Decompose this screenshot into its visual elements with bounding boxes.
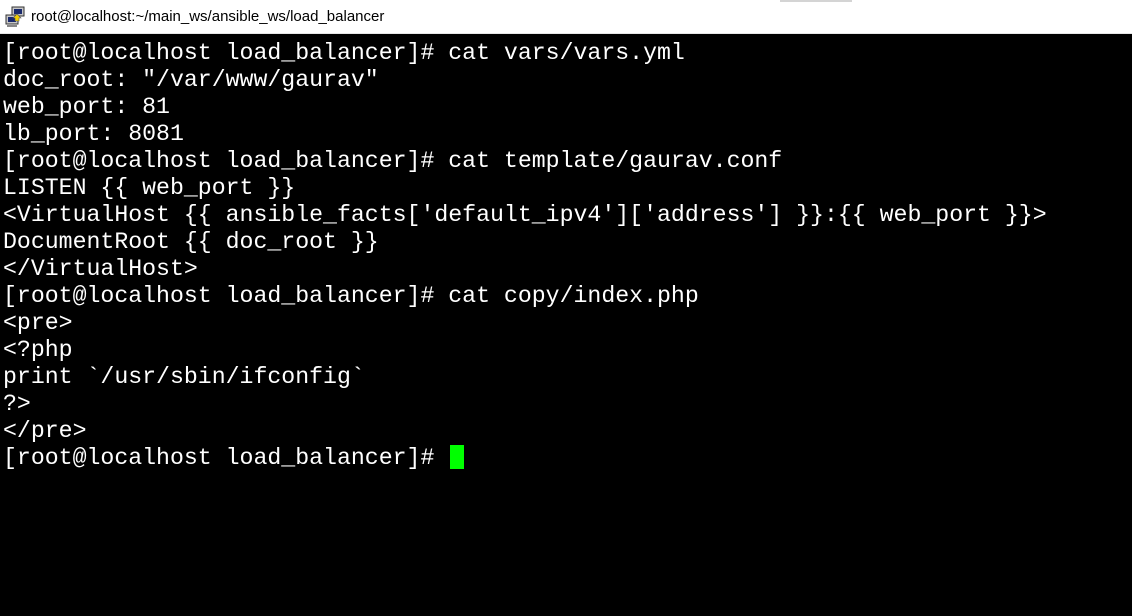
terminal-line: DocumentRoot {{ doc_root }} [3,229,379,255]
terminal-line: </pre> [3,418,87,444]
text-cursor [450,445,465,469]
terminal-line: print `/usr/sbin/ifconfig` [3,364,365,390]
terminal-output[interactable]: [root@localhost load_balancer]# cat vars… [0,35,1132,616]
terminal-window: root@localhost:~/main_ws/ansible_ws/load… [0,0,1132,616]
terminal-line: LISTEN {{ web_port }} [3,175,296,201]
title-bar[interactable]: root@localhost:~/main_ws/ansible_ws/load… [0,0,1132,34]
putty-terminal-icon[interactable] [4,6,26,28]
terminal-line: [root@localhost load_balancer]# cat temp… [3,148,783,174]
terminal-line: <VirtualHost {{ ansible_facts['default_i… [3,202,1047,228]
terminal-prompt-line[interactable]: [root@localhost load_balancer]# [3,445,1047,472]
terminal-line: <?php [3,337,73,363]
prompt-text: [root@localhost load_balancer]# [3,445,449,471]
terminal-line: ?> [3,391,31,417]
terminal-line: [root@localhost load_balancer]# cat copy… [3,283,699,309]
terminal-line: lb_port: 8081 [3,121,184,147]
terminal-lines: [root@localhost load_balancer]# cat vars… [3,40,1047,472]
terminal-line: <pre> [3,310,73,336]
terminal-line: web_port: 81 [3,94,170,120]
terminal-line: doc_root: "/var/www/gaurav" [3,67,379,93]
terminal-line: </VirtualHost> [3,256,198,282]
window-title: root@localhost:~/main_ws/ansible_ws/load… [31,8,385,25]
title-bar-highlight [780,0,852,2]
terminal-line: [root@localhost load_balancer]# cat vars… [3,40,685,66]
